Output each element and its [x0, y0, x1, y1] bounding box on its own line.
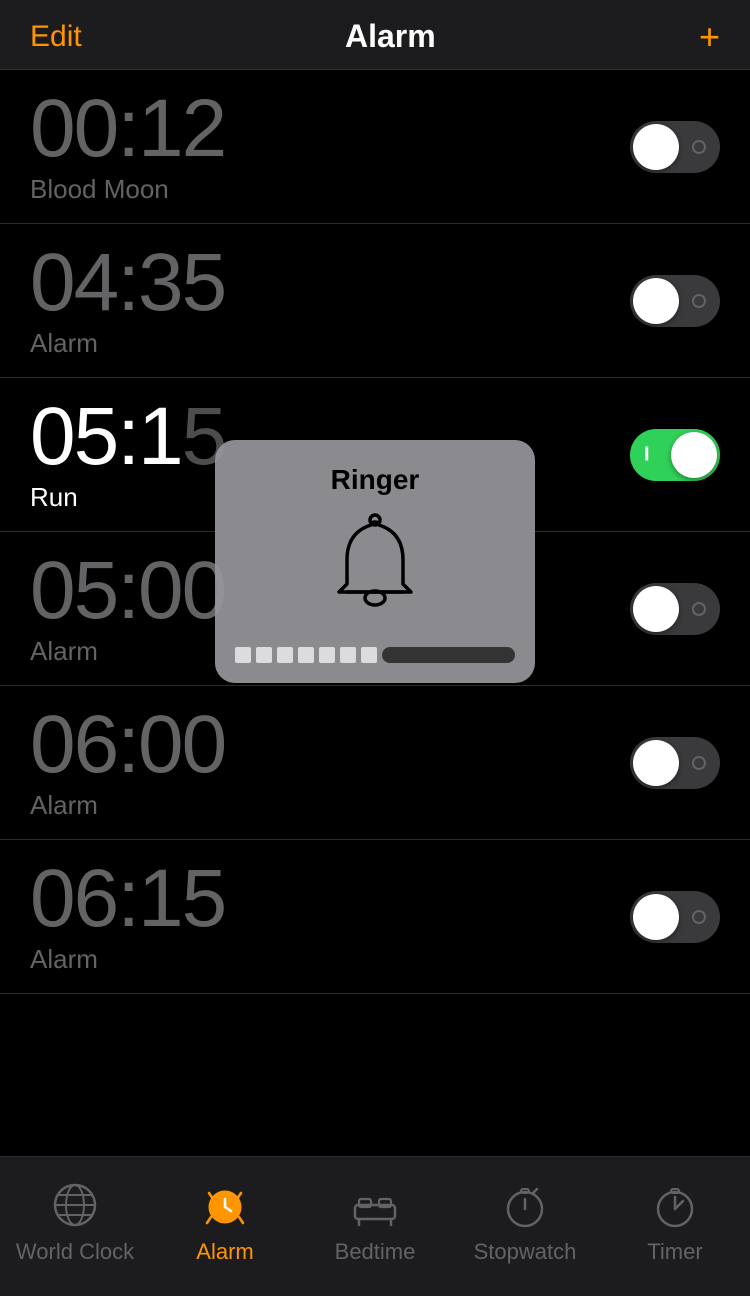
toggle-knob-4 — [633, 740, 679, 786]
edit-button[interactable]: Edit — [30, 20, 82, 54]
tab-alarm-label: Alarm — [196, 1239, 253, 1265]
alarm-time-5: 06:15 — [30, 858, 225, 940]
alarm-label-5: Alarm — [30, 944, 225, 975]
toggle-knob-2 — [671, 432, 717, 478]
toggle-knob-1 — [633, 278, 679, 324]
alarm-info-0: 00:12 Blood Moon — [30, 88, 225, 205]
toggle-off-circle-3 — [692, 602, 706, 616]
tab-bedtime-label: Bedtime — [335, 1239, 416, 1265]
header: Edit Alarm + — [0, 0, 750, 70]
tab-world-clock[interactable]: World Clock — [0, 1179, 150, 1265]
volume-tick — [319, 647, 335, 663]
alarm-time-2: 05:15 — [30, 396, 225, 478]
toggle-on-label-2: I — [644, 443, 650, 466]
add-alarm-button[interactable]: + — [699, 19, 720, 55]
ringer-title: Ringer — [331, 464, 420, 496]
alarm-label-2: Run — [30, 482, 225, 513]
tab-timer[interactable]: Timer — [600, 1179, 750, 1265]
alarm-toggle-4[interactable] — [630, 737, 720, 789]
stopwatch-icon — [499, 1179, 551, 1231]
volume-bar-remainder — [382, 647, 515, 663]
tab-alarm[interactable]: Alarm — [150, 1179, 300, 1265]
volume-tick — [361, 647, 377, 663]
toggle-knob-5 — [633, 894, 679, 940]
alarm-time-3: 05:00 — [30, 550, 225, 632]
toggle-off-circle-5 — [692, 910, 706, 924]
volume-tick — [340, 647, 356, 663]
alarm-toggle-0[interactable] — [630, 121, 720, 173]
alarm-item-0[interactable]: 00:12 Blood Moon — [0, 70, 750, 224]
toggle-off-circle-4 — [692, 756, 706, 770]
alarm-label-4: Alarm — [30, 790, 225, 821]
alarm-info-5: 06:15 Alarm — [30, 858, 225, 975]
tab-bedtime[interactable]: Bedtime — [300, 1179, 450, 1265]
alarm-info-1: 04:35 Alarm — [30, 242, 225, 359]
bedtime-icon — [349, 1179, 401, 1231]
alarm-label-0: Blood Moon — [30, 174, 225, 205]
alarm-label-1: Alarm — [30, 328, 225, 359]
tab-world-clock-label: World Clock — [16, 1239, 134, 1265]
alarm-info-3: 05:00 Alarm — [30, 550, 225, 667]
volume-tick — [235, 647, 251, 663]
alarm-toggle-3[interactable] — [630, 583, 720, 635]
tab-stopwatch[interactable]: Stopwatch — [450, 1179, 600, 1265]
alarm-item-5[interactable]: 06:15 Alarm — [0, 840, 750, 994]
alarm-info-2: 05:15 Run — [30, 396, 225, 513]
ringer-overlay: Ringer — [215, 440, 535, 683]
timer-icon — [649, 1179, 701, 1231]
alarm-label-3: Alarm — [30, 636, 225, 667]
tab-bar: World Clock Alarm — [0, 1156, 750, 1296]
alarm-toggle-2[interactable]: I — [630, 429, 720, 481]
toggle-knob-3 — [633, 586, 679, 632]
toggle-knob-0 — [633, 124, 679, 170]
alarm-time-0: 00:12 — [30, 88, 225, 170]
volume-tick — [256, 647, 272, 663]
alarm-item-1[interactable]: 04:35 Alarm — [0, 224, 750, 378]
alarm-time-1: 04:35 — [30, 242, 225, 324]
alarm-time-4: 06:00 — [30, 704, 225, 786]
tab-stopwatch-label: Stopwatch — [474, 1239, 577, 1265]
toggle-off-circle-1 — [692, 294, 706, 308]
volume-tick — [298, 647, 314, 663]
alarm-toggle-1[interactable] — [630, 275, 720, 327]
toggle-off-circle-0 — [692, 140, 706, 154]
world-clock-icon — [49, 1179, 101, 1231]
alarm-item-4[interactable]: 06:00 Alarm — [0, 686, 750, 840]
alarm-info-4: 06:00 Alarm — [30, 704, 225, 821]
page-title: Alarm — [345, 18, 436, 55]
ringer-bell-icon — [325, 512, 425, 627]
volume-tick — [277, 647, 293, 663]
alarm-tab-icon — [199, 1179, 251, 1231]
alarm-toggle-5[interactable] — [630, 891, 720, 943]
tab-timer-label: Timer — [647, 1239, 702, 1265]
